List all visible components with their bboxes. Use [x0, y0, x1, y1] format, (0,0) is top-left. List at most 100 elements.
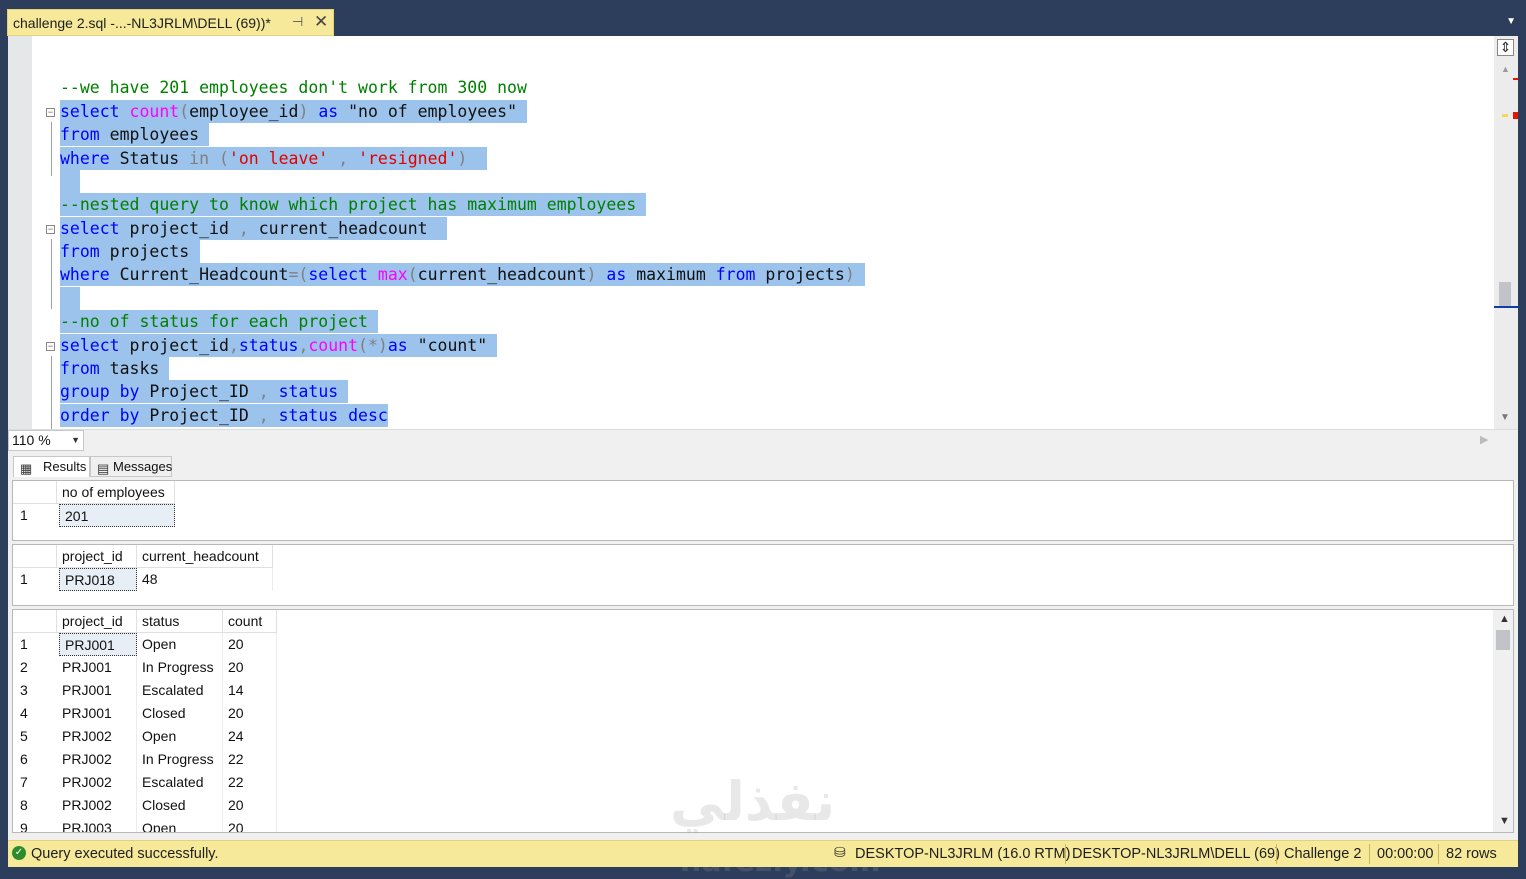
grid-cell[interactable]: 201 [59, 504, 175, 527]
row-number[interactable]: 4 [13, 702, 57, 725]
grid-cell[interactable]: 14 [223, 679, 277, 702]
grid-corner[interactable] [13, 481, 57, 504]
tab-list-dropdown-icon[interactable]: ▼ [1506, 16, 1516, 27]
result-grid-employees[interactable]: no of employees 1 201 [12, 480, 1514, 541]
grid-cell[interactable]: 20 [223, 702, 277, 725]
grid-cell[interactable]: 20 [223, 633, 277, 656]
grid-vertical-scrollbar[interactable]: ▲ ▼ [1493, 610, 1513, 832]
grid-cell[interactable]: PRJ002 [57, 725, 137, 748]
grid-cell[interactable]: Closed [137, 702, 223, 725]
row-number[interactable]: 7 [13, 771, 57, 794]
query-editor[interactable]: − − − --we have 201 employees don't work… [8, 36, 1518, 429]
code-token: ( [298, 265, 309, 284]
grid-cell[interactable]: Open [137, 817, 223, 832]
column-header[interactable]: no of employees [57, 481, 175, 504]
editor-vertical-scrollbar[interactable]: ⇕ ▲ ▼ [1494, 36, 1518, 429]
grid-cell[interactable]: Escalated [137, 679, 223, 702]
grid-cell[interactable]: PRJ002 [57, 748, 137, 771]
code-token: status [278, 382, 339, 401]
grid-cell[interactable]: PRJ001 [57, 679, 137, 702]
grid-cell[interactable]: PRJ002 [57, 794, 137, 817]
grid-cell[interactable]: Open [137, 725, 223, 748]
code-line[interactable]: --nested query to know which project has… [60, 193, 647, 216]
code-line[interactable]: from employees [60, 123, 210, 146]
code-line[interactable]: --no of status for each project [60, 310, 378, 333]
grid-cell[interactable]: 20 [223, 817, 277, 832]
grid-cell[interactable]: 22 [223, 771, 277, 794]
result-grid-status-counts[interactable]: ▲ ▼ project_id status count 1 PRJ001 Open 20 2 P… [12, 609, 1514, 833]
scroll-down-icon[interactable]: ▼ [1499, 815, 1510, 827]
grid-cell[interactable]: Open [137, 633, 223, 656]
code-line[interactable]: where Current_Headcount=(select max(curr… [60, 263, 865, 286]
grid-cell[interactable]: Closed [137, 794, 223, 817]
grid-cell[interactable]: In Progress [137, 748, 223, 771]
column-header[interactable]: current_headcount [137, 545, 273, 568]
code-line[interactable] [60, 287, 80, 310]
column-header[interactable]: status [137, 610, 223, 633]
row-number[interactable]: 5 [13, 725, 57, 748]
code-line[interactable]: select project_id , current_headcount [60, 217, 448, 240]
grid-cell[interactable]: 20 [223, 656, 277, 679]
column-header[interactable]: project_id [57, 545, 137, 568]
row-number[interactable]: 1 [13, 504, 57, 527]
check-circle-icon: ✓ [12, 846, 26, 860]
scroll-thumb[interactable] [1499, 282, 1511, 308]
close-icon[interactable]: ✕ [314, 12, 328, 32]
code-token: max [377, 265, 408, 284]
grid-corner[interactable] [13, 610, 57, 633]
grid-cell[interactable]: PRJ001 [59, 633, 137, 656]
code-line[interactable]: group by Project_ID , status [60, 380, 349, 403]
code-line[interactable]: from projects [60, 240, 200, 263]
collapse-icon[interactable]: − [46, 225, 55, 234]
tab-results[interactable]: ▦ Results [13, 456, 90, 477]
code-token: ) [586, 265, 597, 284]
grid-cell[interactable]: 20 [223, 794, 277, 817]
zoom-select[interactable]: 110 % ▼ [8, 430, 84, 451]
column-header[interactable]: count [223, 610, 277, 633]
grid-cell[interactable]: PRJ018 [59, 568, 137, 591]
grid-cell[interactable]: PRJ001 [57, 656, 137, 679]
grid-cell[interactable]: 24 [223, 725, 277, 748]
scroll-up-icon[interactable]: ▲ [1499, 613, 1510, 625]
row-number[interactable]: 1 [13, 633, 57, 656]
column-header[interactable]: project_id [57, 610, 137, 633]
tab-messages[interactable]: ▤ Messages [90, 456, 172, 477]
code-line[interactable]: select count(employee_id) as "no of empl… [60, 100, 527, 123]
code-line[interactable] [60, 170, 80, 193]
scroll-up-icon[interactable]: ▲ [1501, 64, 1510, 74]
row-number[interactable]: 9 [13, 817, 57, 832]
row-number[interactable]: 1 [13, 568, 57, 591]
code-line[interactable]: --we have 201 employees don't work from … [60, 76, 527, 99]
row-number[interactable]: 6 [13, 748, 57, 771]
scroll-down-icon[interactable]: ▼ [1500, 412, 1510, 423]
grid-cell[interactable]: Escalated [137, 771, 223, 794]
split-window-icon[interactable]: ⇕ [1497, 39, 1514, 56]
grid-corner[interactable] [13, 545, 57, 568]
code-line[interactable]: where Status in ('on leave' , 'resigned'… [60, 147, 488, 170]
code-line[interactable]: select project_id,status,count(*)as "cou… [60, 334, 498, 357]
grid-cell[interactable]: 48 [137, 568, 273, 591]
grid-cell[interactable]: 22 [223, 748, 277, 771]
error-marker [1513, 78, 1518, 80]
collapse-icon[interactable]: − [46, 108, 55, 117]
result-grid-max-headcount[interactable]: project_id current_headcount 1 PRJ018 48 [12, 544, 1514, 606]
code-token: , [258, 382, 269, 401]
grid-cell[interactable]: PRJ003 [57, 817, 137, 832]
grid-cell[interactable]: PRJ002 [57, 771, 137, 794]
document-tab[interactable]: challenge 2.sql -...-NL3JRLM\DELL (69))*… [7, 9, 334, 36]
chevron-down-icon[interactable]: ▼ [71, 431, 80, 450]
grid-cell[interactable]: PRJ001 [57, 702, 137, 725]
row-number[interactable]: 2 [13, 656, 57, 679]
grid-cell[interactable]: In Progress [137, 656, 223, 679]
code-token: as [387, 336, 408, 355]
scroll-thumb[interactable] [1496, 630, 1510, 650]
pin-icon[interactable]: ⊣ [292, 14, 303, 30]
row-number[interactable]: 8 [13, 794, 57, 817]
scroll-right-icon[interactable]: ▶ [1480, 433, 1488, 446]
collapse-icon[interactable]: − [46, 342, 55, 351]
code-line[interactable]: from tasks [60, 357, 170, 380]
code-line[interactable]: order by Project_ID , status desc [60, 404, 388, 427]
row-number[interactable]: 3 [13, 679, 57, 702]
